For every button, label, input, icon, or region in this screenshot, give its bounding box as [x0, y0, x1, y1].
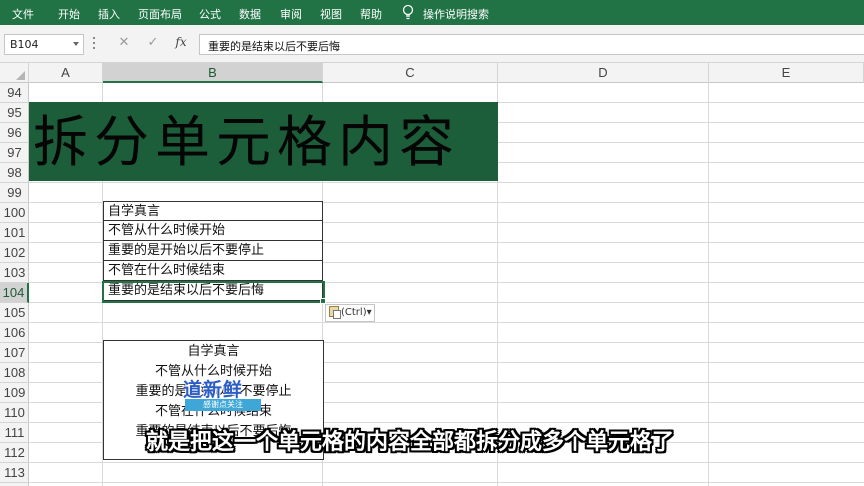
tab-home[interactable]: 开始	[58, 6, 80, 22]
insert-function-icon[interactable]: fx	[173, 35, 189, 49]
paste-options-button[interactable]: (Ctrl)▾	[325, 304, 375, 322]
row-header[interactable]: 105	[0, 303, 29, 323]
clipboard-icon	[329, 306, 341, 319]
watermark-subtitle: 感谢点关注	[185, 399, 261, 411]
tab-file[interactable]: 文件	[12, 6, 34, 22]
name-box[interactable]: B104	[4, 34, 84, 55]
row-header[interactable]: 107	[0, 343, 29, 363]
title-banner[interactable]: 拆分单元格内容	[29, 102, 498, 181]
tab-view[interactable]: 视图	[320, 6, 342, 22]
tell-me-search[interactable]: 操作说明搜索	[423, 6, 489, 22]
row-header[interactable]: 112	[0, 443, 29, 463]
select-all-button[interactable]	[0, 63, 29, 83]
row-header[interactable]: 94	[0, 83, 29, 103]
formula-input[interactable]: 重要的是结束以后不要后悔	[199, 34, 864, 55]
column-header-e[interactable]: E	[709, 63, 864, 83]
table1-cell[interactable]: 自学真言	[103, 201, 323, 221]
tab-formulas[interactable]: 公式	[199, 6, 221, 22]
tab-help[interactable]: 帮助	[360, 6, 382, 22]
tab-review[interactable]: 审阅	[280, 6, 302, 22]
row-header[interactable]: 102	[0, 243, 29, 263]
watermark-title: 道新鲜	[183, 379, 244, 401]
row-header[interactable]: 110	[0, 403, 29, 423]
lightbulb-icon	[402, 4, 414, 20]
cancel-icon[interactable]: ✕	[116, 35, 132, 50]
row-header[interactable]: 108	[0, 363, 29, 383]
row-header[interactable]: 96	[0, 123, 29, 143]
table1-cell[interactable]: 重要的是开始以后不要停止	[103, 241, 323, 261]
row-header[interactable]: 98	[0, 163, 29, 183]
row-header[interactable]: 103	[0, 263, 29, 283]
column-header-c[interactable]: C	[323, 63, 498, 83]
tab-insert[interactable]: 插入	[98, 6, 120, 22]
banner-title: 拆分单元格内容	[33, 110, 461, 174]
column-header-d[interactable]: D	[498, 63, 709, 83]
row-header[interactable]: 100	[0, 203, 29, 223]
name-box-value: B104	[10, 38, 39, 51]
select-all-icon	[16, 71, 25, 80]
row-header[interactable]: 109	[0, 383, 29, 403]
tab-page-layout[interactable]: 页面布局	[138, 6, 182, 22]
table1-cell[interactable]: 不管从什么时候开始	[103, 221, 323, 241]
row-header[interactable]: 101	[0, 223, 29, 243]
row-header[interactable]: 113	[0, 463, 29, 483]
row-header[interactable]: 97	[0, 143, 29, 163]
watermark-logo: 道新鲜 感谢点关注	[183, 375, 263, 411]
chevron-down-icon: ▾	[366, 307, 372, 318]
formula-bar: B104 ✕ ✓ fx 重要的是结束以后不要后悔	[0, 25, 864, 63]
row-header[interactable]: 106	[0, 323, 29, 343]
column-headers: A B C D E	[0, 63, 864, 83]
merged-cell-line: 自学真言	[187, 344, 240, 359]
ribbon-tab-bar: 文件 开始 插入 页面布局 公式 数据 审阅 视图 帮助 操作说明搜索	[0, 0, 864, 25]
drag-handle-icon[interactable]	[93, 37, 95, 49]
chevron-down-icon[interactable]	[73, 42, 79, 46]
active-cell-border	[102, 281, 325, 303]
video-subtitle: 就是把这一个单元格的内容全部都拆分成多个单元格了	[146, 430, 675, 455]
column-header-a[interactable]: A	[29, 63, 103, 83]
paste-options-label: (Ctrl)	[341, 307, 367, 318]
row-headers: 94 95 96 97 98 99 100 101 102 103 104 10…	[0, 83, 29, 486]
column-header-b[interactable]: B	[103, 63, 323, 83]
table1-cell[interactable]: 不管在什么时候结束	[103, 261, 323, 281]
row-header-selected[interactable]: 104	[0, 283, 29, 303]
tab-data[interactable]: 数据	[239, 6, 261, 22]
row-header[interactable]: 99	[0, 183, 29, 203]
enter-icon[interactable]: ✓	[145, 35, 161, 50]
row-header[interactable]: 111	[0, 423, 29, 443]
row-header[interactable]: 95	[0, 103, 29, 123]
